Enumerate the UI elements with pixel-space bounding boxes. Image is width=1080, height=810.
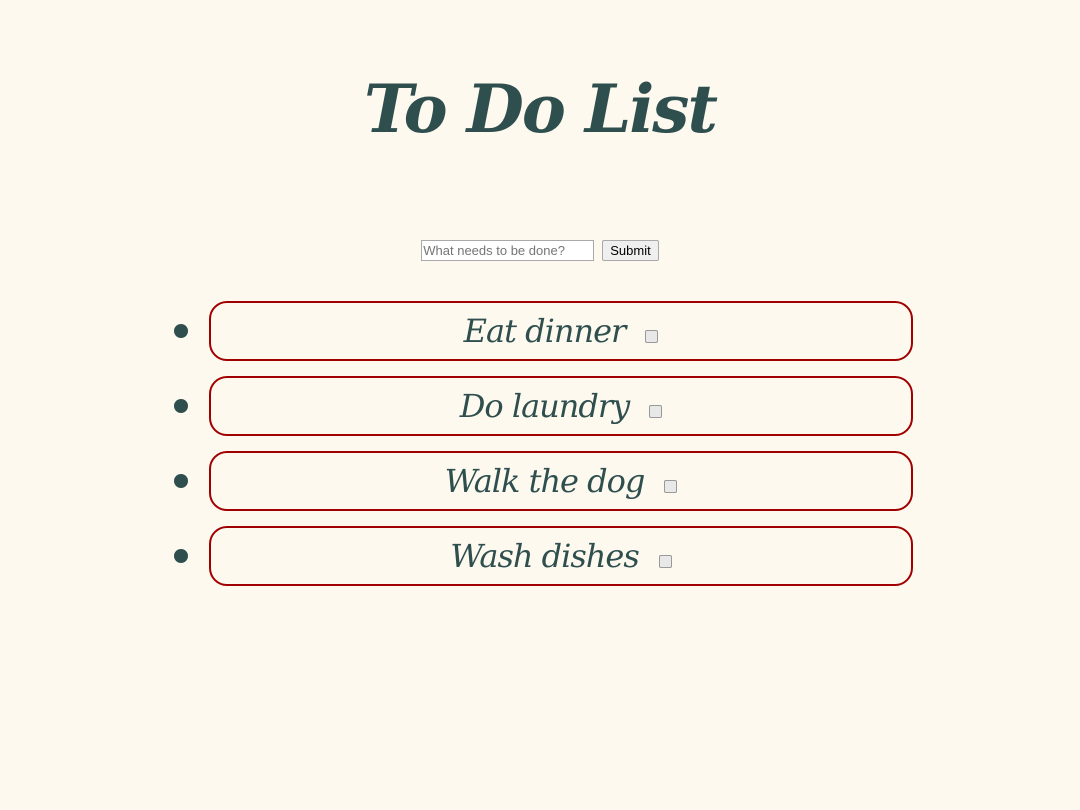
todo-item: Eat dinner	[209, 301, 913, 361]
bullet-icon	[174, 324, 188, 338]
todo-checkbox[interactable]	[649, 404, 663, 418]
bullet-icon	[174, 399, 188, 413]
todo-text: Eat dinner	[463, 312, 627, 350]
todo-checkbox[interactable]	[664, 479, 678, 493]
todo-text: Wash dishes	[450, 537, 639, 575]
todo-item: Do laundry	[209, 376, 913, 436]
add-todo-form: Submit	[0, 240, 1080, 261]
bullet-icon	[174, 474, 188, 488]
bullet-icon	[174, 549, 188, 563]
page-title: To Do List	[364, 70, 718, 148]
todo-checkbox[interactable]	[645, 329, 659, 343]
submit-button[interactable]: Submit	[602, 240, 659, 261]
todo-item: Walk the dog	[209, 451, 913, 511]
todo-text: Do laundry	[459, 387, 630, 425]
todo-item: Wash dishes	[209, 526, 913, 586]
todo-text: Walk the dog	[444, 462, 646, 500]
todo-checkbox[interactable]	[658, 554, 672, 568]
todo-input[interactable]	[421, 240, 595, 261]
